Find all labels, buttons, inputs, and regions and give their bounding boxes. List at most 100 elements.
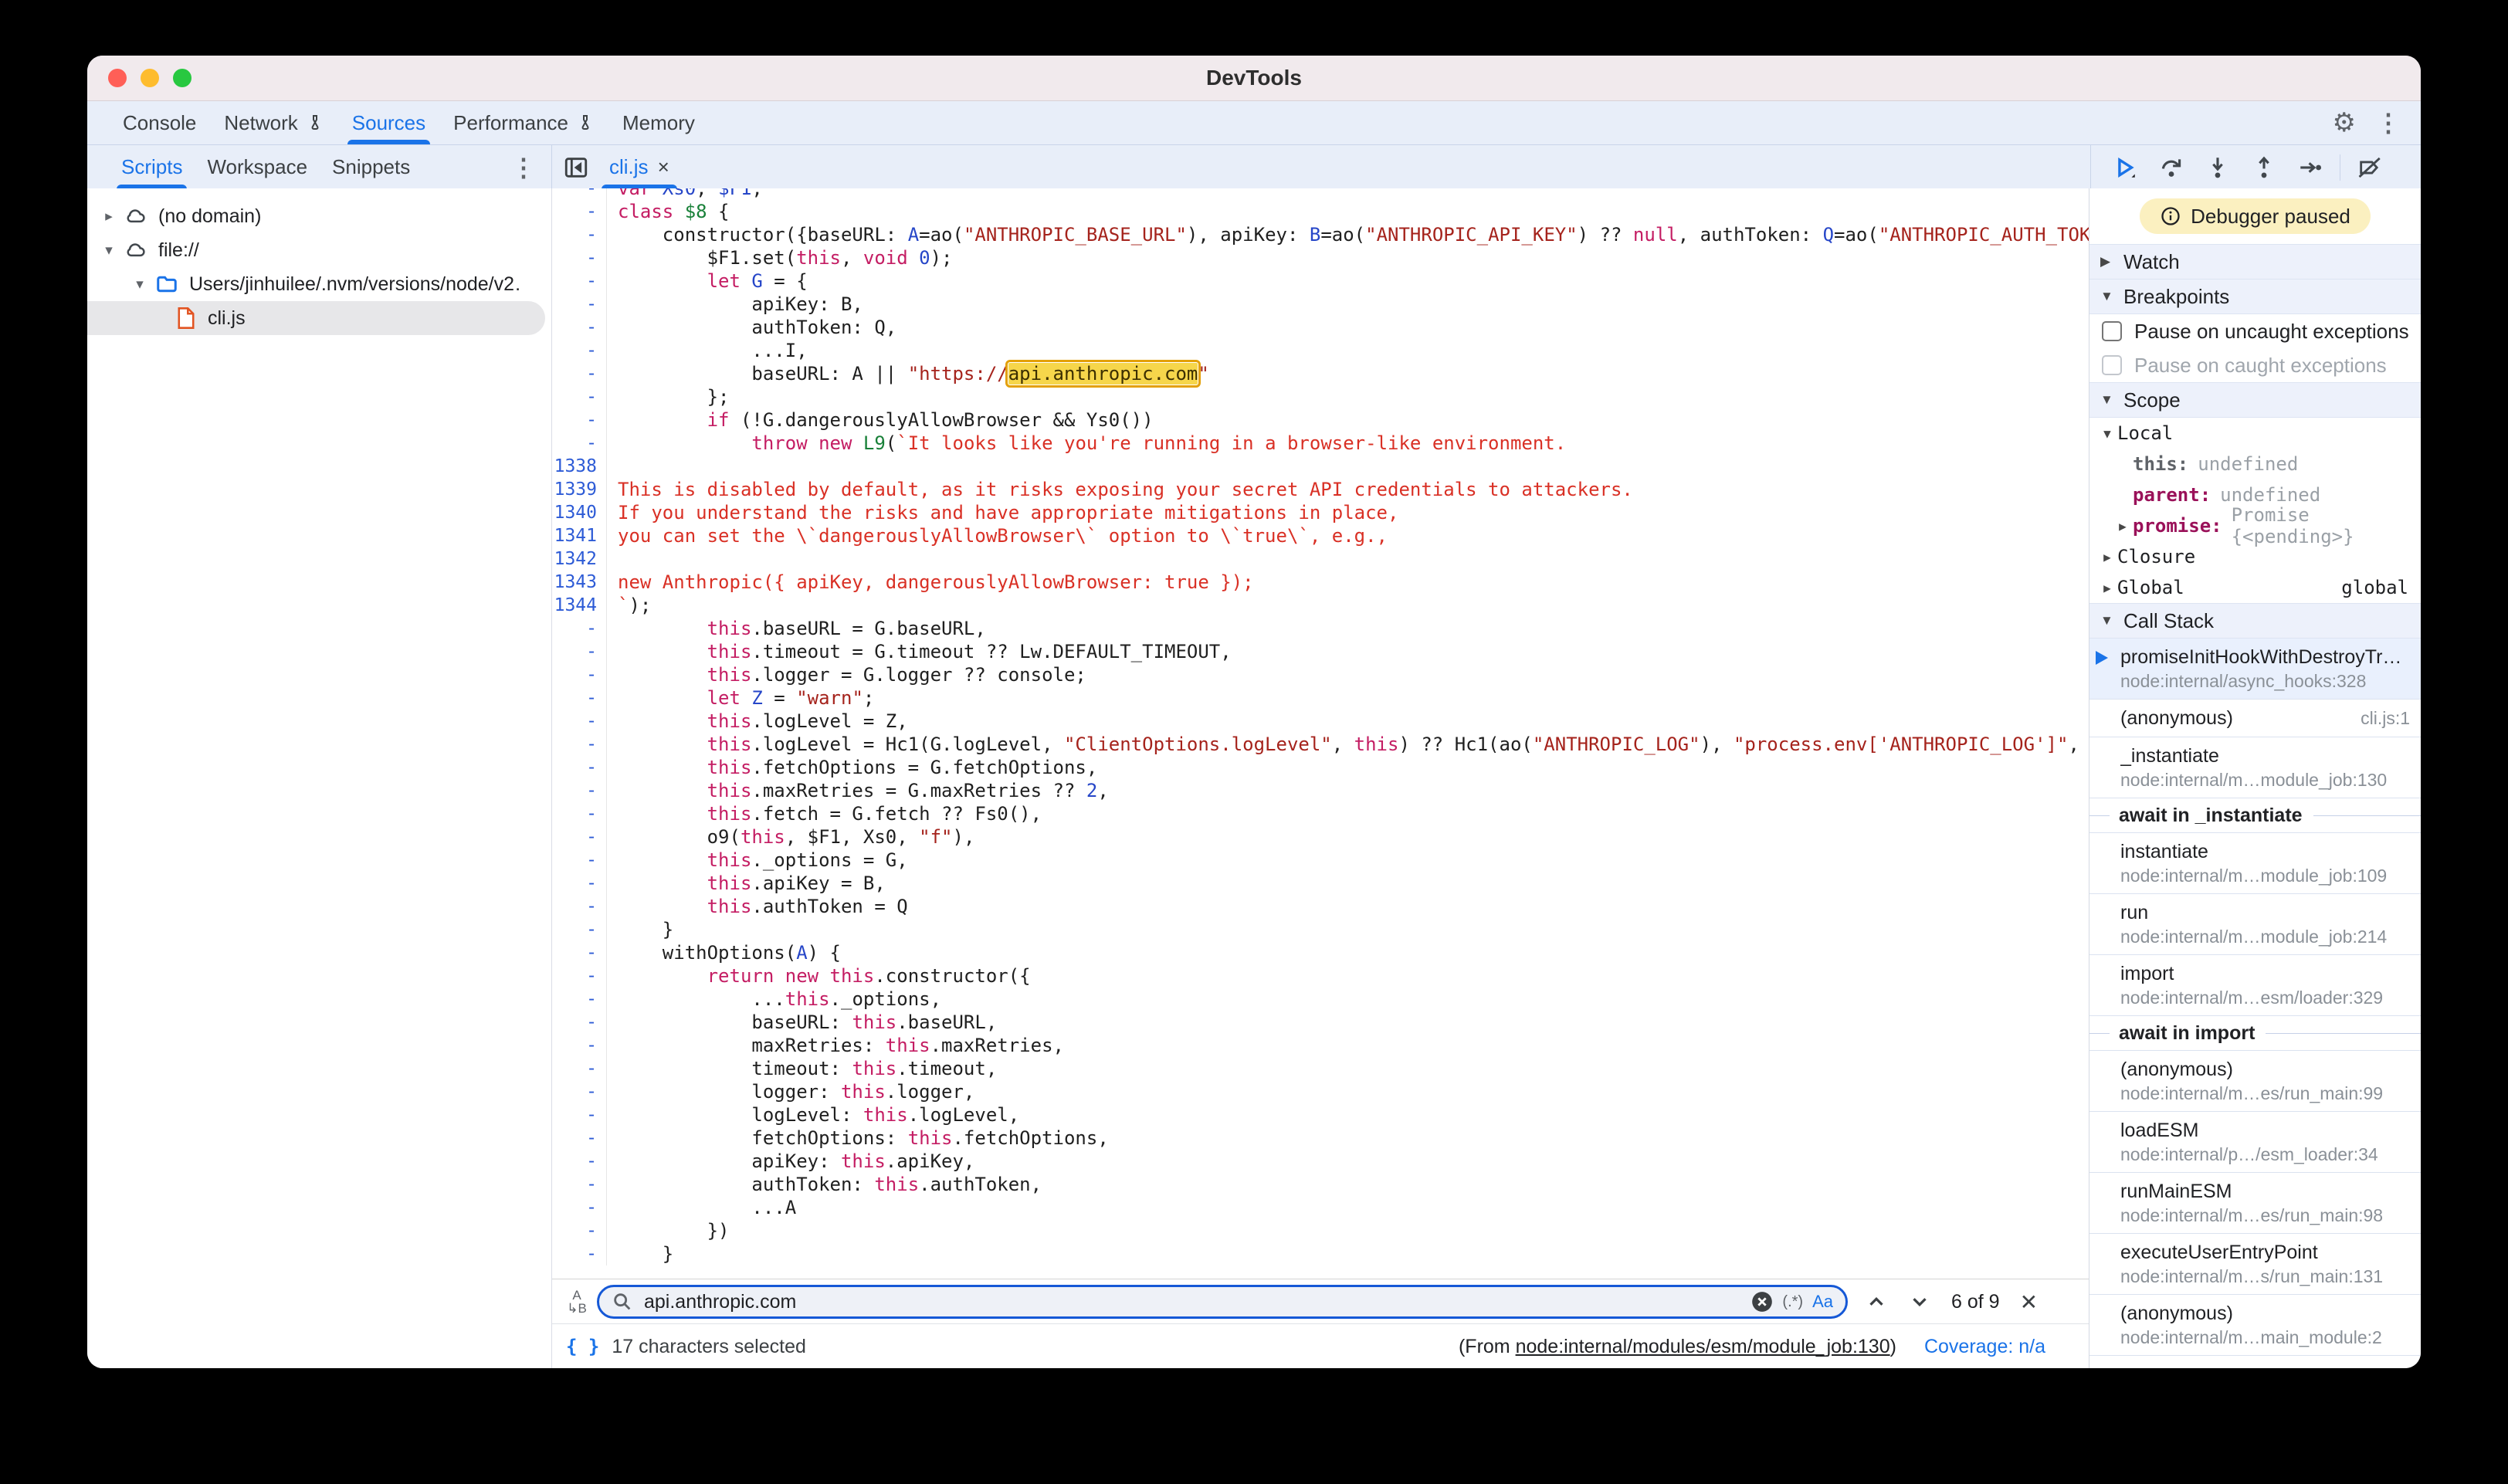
previous-match-icon[interactable] xyxy=(1865,1290,1888,1313)
code-text[interactable]: logLevel: this.logLevel, xyxy=(607,1103,1019,1127)
chevron-right-icon[interactable]: ▸ xyxy=(101,208,117,225)
code-line[interactable]: 1339This is disabled by default, as it r… xyxy=(552,478,2089,501)
code-line[interactable]: - this.timeout = G.timeout ?? Lw.DEFAULT… xyxy=(552,640,2089,663)
tab-performance[interactable]: Performance xyxy=(439,101,608,144)
code-line[interactable]: - this.baseURL = G.baseURL, xyxy=(552,617,2089,640)
line-number-gutter[interactable]: - xyxy=(552,617,607,640)
code-text[interactable]: ...A xyxy=(607,1196,796,1219)
collapse-left-panel-icon[interactable] xyxy=(563,154,589,181)
code-text[interactable]: } xyxy=(607,918,673,941)
replace-toggle-icon[interactable]: A↳B xyxy=(557,1289,597,1315)
code-line[interactable]: 1341you can set the \`dangerouslyAllowBr… xyxy=(552,524,2089,547)
line-number-gutter[interactable]: - xyxy=(552,918,607,941)
code-line[interactable]: 1340If you understand the risks and have… xyxy=(552,501,2089,524)
line-number-gutter[interactable]: - xyxy=(552,293,607,316)
code-text[interactable]: baseURL: A || "https://api.anthropic.com… xyxy=(607,362,1209,385)
line-number-gutter[interactable]: - xyxy=(552,941,607,964)
line-number-gutter[interactable]: - xyxy=(552,710,607,733)
match-case-toggle[interactable]: Aa xyxy=(1812,1292,1833,1312)
code-text[interactable]: This is disabled by default, as it risks… xyxy=(607,478,1633,501)
line-number-gutter[interactable]: - xyxy=(552,686,607,710)
code-text[interactable] xyxy=(607,547,618,571)
code-line[interactable]: - ...this._options, xyxy=(552,988,2089,1011)
code-text[interactable]: return new this.constructor({ xyxy=(607,964,1031,988)
code-line[interactable]: - constructor({baseURL: A=ao("ANTHROPIC_… xyxy=(552,223,2089,246)
code-text[interactable]: var Xs0, $F1; xyxy=(607,188,763,200)
line-number-gutter[interactable]: - xyxy=(552,316,607,339)
line-number-gutter[interactable]: - xyxy=(552,849,607,872)
code-line[interactable]: - if (!G.dangerouslyAllowBrowser && Ys0(… xyxy=(552,408,2089,432)
code-text[interactable]: } xyxy=(607,1242,673,1265)
step-into-icon[interactable] xyxy=(2198,151,2238,185)
line-number-gutter[interactable]: - xyxy=(552,802,607,825)
code-line[interactable]: - let G = { xyxy=(552,269,2089,293)
line-number-gutter[interactable]: - xyxy=(552,1196,607,1219)
tree-item-file-scheme[interactable]: ▾ file:// xyxy=(87,233,551,267)
line-number-gutter[interactable]: 1344 xyxy=(552,594,607,617)
code-text[interactable]: constructor({baseURL: A=ao("ANTHROPIC_BA… xyxy=(607,223,2089,246)
line-number-gutter[interactable]: - xyxy=(552,779,607,802)
code-text[interactable]: throw new L9(`It looks like you're runni… xyxy=(607,432,1566,455)
code-line[interactable]: 1338 xyxy=(552,455,2089,478)
chevron-down-icon[interactable]: ▾ xyxy=(101,242,117,259)
code-text[interactable]: logger: this.logger, xyxy=(607,1080,974,1103)
call-stack-frame[interactable]: promiseInitHookWithDestroyTr…node:intern… xyxy=(2089,639,2421,700)
line-number-gutter[interactable]: - xyxy=(552,1034,607,1057)
scope-section-header[interactable]: ▼Scope xyxy=(2089,382,2421,418)
line-number-gutter[interactable]: - xyxy=(552,1080,607,1103)
line-number-gutter[interactable]: - xyxy=(552,1127,607,1150)
code-line[interactable]: - }) xyxy=(552,1219,2089,1242)
line-number-gutter[interactable]: - xyxy=(552,1057,607,1080)
checkbox[interactable] xyxy=(2102,355,2122,375)
chevron-down-icon[interactable]: ▾ xyxy=(132,276,147,293)
code-area[interactable]: -var Xs0, $F1;-class $8 {- constructor({… xyxy=(552,188,2089,1279)
call-stack-frame[interactable]: executeUserEntryPointnode:internal/m…s/r… xyxy=(2089,1234,2421,1295)
line-number-gutter[interactable]: - xyxy=(552,432,607,455)
line-number-gutter[interactable]: - xyxy=(552,663,607,686)
code-line[interactable]: 1343new Anthropic({ apiKey, dangerouslyA… xyxy=(552,571,2089,594)
call-stack-frame[interactable]: (anonymous)cli.js:1 xyxy=(2089,700,2421,737)
code-line[interactable]: - } xyxy=(552,1242,2089,1265)
next-match-icon[interactable] xyxy=(1908,1290,1931,1313)
code-line[interactable]: - apiKey: this.apiKey, xyxy=(552,1150,2089,1173)
code-line[interactable]: - fetchOptions: this.fetchOptions, xyxy=(552,1127,2089,1150)
code-line[interactable]: - let Z = "warn"; xyxy=(552,686,2089,710)
tree-item-folder[interactable]: ▾ Users/jinhuilee/.nvm/versions/node/v2… xyxy=(87,267,551,301)
code-line[interactable]: - this.maxRetries = G.maxRetries ?? 2, xyxy=(552,779,2089,802)
code-text[interactable]: let G = { xyxy=(607,269,808,293)
code-text[interactable]: this.logLevel = Hc1(G.logLevel, "ClientO… xyxy=(607,733,2089,756)
code-text[interactable]: baseURL: this.baseURL, xyxy=(607,1011,997,1034)
code-text[interactable]: class $8 { xyxy=(607,200,730,223)
code-text[interactable]: withOptions(A) { xyxy=(607,941,841,964)
code-text[interactable]: this.logger = G.logger ?? console; xyxy=(607,663,1086,686)
code-line[interactable]: - this.apiKey = B, xyxy=(552,872,2089,895)
code-line[interactable]: - this._options = G, xyxy=(552,849,2089,872)
code-line[interactable]: - withOptions(A) { xyxy=(552,941,2089,964)
settings-gear-icon[interactable]: ⚙ xyxy=(2333,107,2356,138)
code-text[interactable]: }) xyxy=(607,1219,730,1242)
code-line[interactable]: - this.authToken = Q xyxy=(552,895,2089,918)
more-options-icon[interactable]: ⋮ xyxy=(2376,108,2401,137)
line-number-gutter[interactable]: - xyxy=(552,640,607,663)
source-link[interactable]: node:internal/modules/esm/module_job:130 xyxy=(1516,1336,1890,1357)
code-text[interactable]: this.logLevel = Z, xyxy=(607,710,908,733)
call-stack-frame[interactable]: instantiatenode:internal/m…module_job:10… xyxy=(2089,833,2421,894)
tree-item-no-domain[interactable]: ▸ (no domain) xyxy=(87,199,551,233)
code-text[interactable]: authToken: Q, xyxy=(607,316,896,339)
line-number-gutter[interactable]: - xyxy=(552,223,607,246)
code-text[interactable]: this.fetch = G.fetch ?? Fs0(), xyxy=(607,802,1042,825)
code-line[interactable]: - this.logLevel = Hc1(G.logLevel, "Clien… xyxy=(552,733,2089,756)
line-number-gutter[interactable]: - xyxy=(552,1103,607,1127)
coverage-link[interactable]: Coverage: n/a xyxy=(1924,1336,2045,1358)
line-number-gutter[interactable]: - xyxy=(552,825,607,849)
call-stack-section-header[interactable]: ▼Call Stack xyxy=(2089,603,2421,639)
code-line[interactable]: - baseURL: A || "https://api.anthropic.c… xyxy=(552,362,2089,385)
code-text[interactable]: If you understand the risks and have app… xyxy=(607,501,1398,524)
tab-scripts[interactable]: Scripts xyxy=(109,145,195,189)
code-line[interactable]: - baseURL: this.baseURL, xyxy=(552,1011,2089,1034)
call-stack-frame[interactable]: loadESMnode:internal/p…/esm_loader:34 xyxy=(2089,1112,2421,1173)
code-text[interactable]: this.maxRetries = G.maxRetries ?? 2, xyxy=(607,779,1109,802)
code-text[interactable]: apiKey: B, xyxy=(607,293,863,316)
line-number-gutter[interactable]: - xyxy=(552,872,607,895)
code-line[interactable]: - this.fetchOptions = G.fetchOptions, xyxy=(552,756,2089,779)
